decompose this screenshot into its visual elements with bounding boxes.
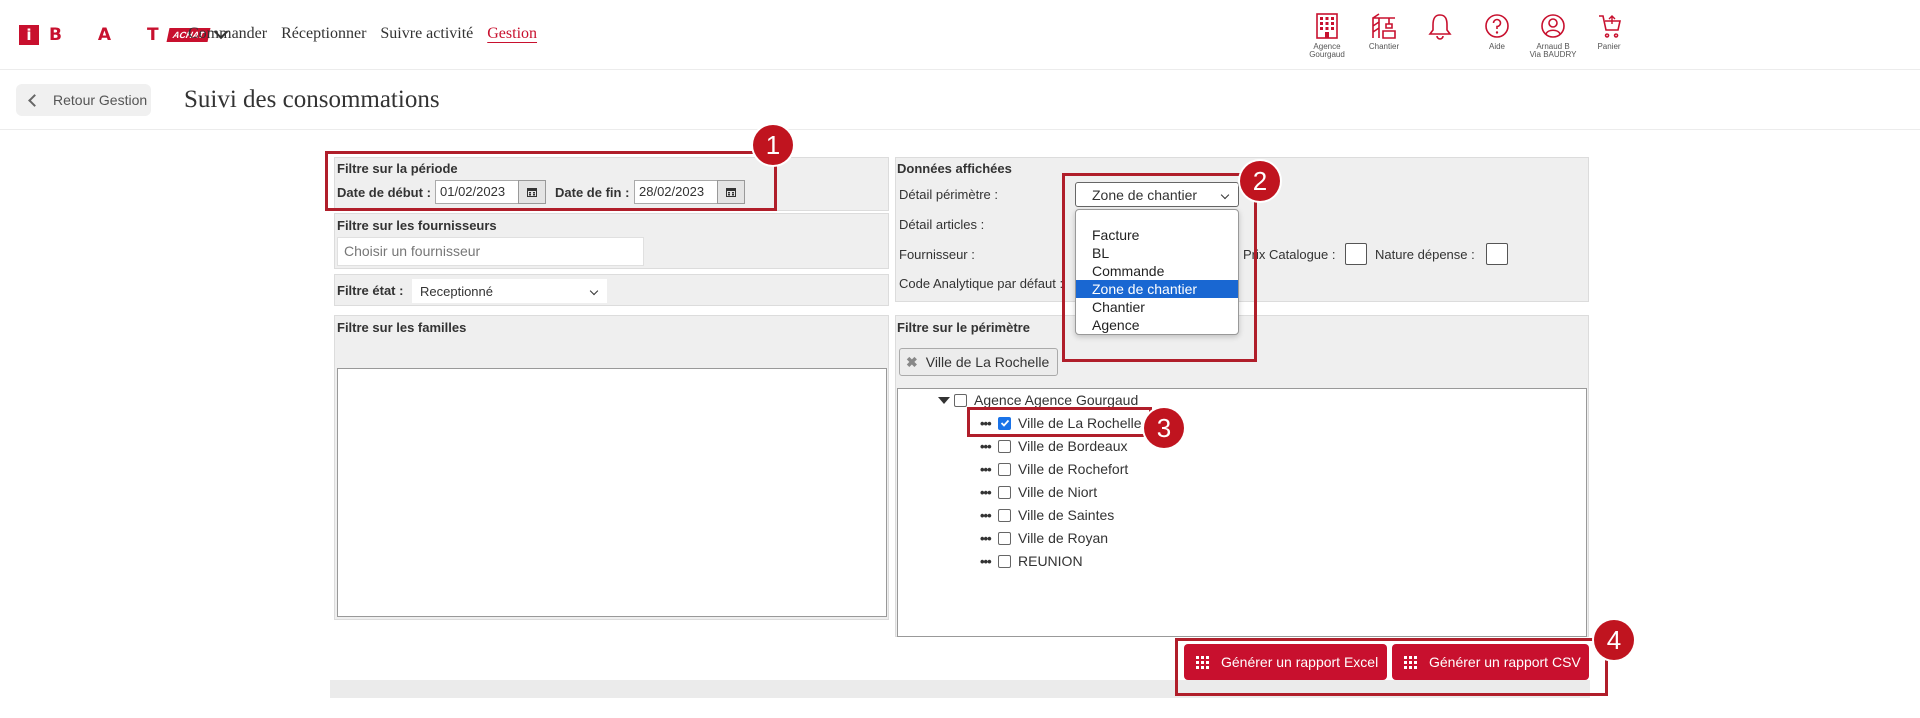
notifications-button[interactable] bbox=[1412, 12, 1468, 40]
perimetre-tag-label: Ville de La Rochelle bbox=[925, 354, 1050, 370]
account-label: Arnaud B Via BAUDRY bbox=[1529, 42, 1577, 59]
back-label: Retour Gestion bbox=[53, 92, 148, 108]
agence-label: Agence Gourgaud bbox=[1309, 42, 1345, 59]
logo-i-mark: i bbox=[19, 25, 39, 45]
tree-item-checkbox[interactable] bbox=[998, 531, 1011, 545]
tree-item[interactable]: ••• Ville de Rochefort bbox=[980, 459, 1128, 479]
account-button[interactable]: Arnaud B Via BAUDRY bbox=[1525, 12, 1581, 59]
chantier-icon bbox=[1372, 13, 1396, 39]
dots-icon: ••• bbox=[980, 530, 992, 546]
fournisseur-search-input[interactable]: Choisir un fournisseur bbox=[337, 237, 644, 266]
tree-item-checkbox[interactable] bbox=[998, 554, 1011, 568]
tree-item[interactable]: ••• Ville de Niort bbox=[980, 482, 1097, 502]
tree-item-label: Ville de Rochefort bbox=[1018, 461, 1129, 477]
tree-item-checkbox[interactable] bbox=[998, 508, 1011, 522]
callout-4: 4 bbox=[1594, 620, 1634, 660]
dots-icon: ••• bbox=[980, 553, 992, 569]
tree-item[interactable]: ••• Ville de Bordeaux bbox=[980, 436, 1127, 456]
help-label: Aide bbox=[1488, 42, 1505, 51]
dots-icon: ••• bbox=[980, 461, 992, 477]
nature-depense-label: Nature dépense : bbox=[1375, 247, 1475, 262]
tree-item-label: Ville de Royan bbox=[1018, 530, 1109, 546]
tree-item-label: Ville de Niort bbox=[1018, 484, 1098, 500]
highlight-box-4 bbox=[1175, 638, 1608, 696]
fournisseur-label: Fournisseur : bbox=[899, 247, 975, 262]
top-navbar: i B A T ACHAT Commander Réceptionner Sui… bbox=[0, 0, 1920, 70]
tree-item[interactable]: ••• Ville de Saintes bbox=[980, 505, 1114, 525]
cart-label: Panier bbox=[1597, 42, 1621, 51]
etat-select[interactable]: Receptionné bbox=[412, 279, 607, 303]
help-button[interactable]: Aide bbox=[1469, 12, 1525, 51]
perimetre-title: Filtre sur le périmètre bbox=[897, 320, 1030, 335]
remove-tag-icon[interactable]: ✖ bbox=[906, 354, 918, 371]
donnees-title: Données affichées bbox=[897, 161, 1012, 176]
cart-icon bbox=[1599, 15, 1621, 38]
back-button[interactable]: Retour Gestion bbox=[16, 84, 151, 116]
etat-select-value: Receptionné bbox=[420, 283, 493, 299]
chevron-down-icon bbox=[589, 286, 599, 296]
highlight-box-2 bbox=[1062, 173, 1257, 362]
tree-root-checkbox[interactable] bbox=[954, 393, 967, 407]
tree-item-label: Ville de Saintes bbox=[1018, 507, 1115, 523]
tree-item-label: Ville de Bordeaux bbox=[1018, 438, 1128, 454]
nav-item-suivre-activite[interactable]: Suivre activité bbox=[380, 25, 473, 43]
perimetre-detail-label: Détail périmètre : bbox=[899, 187, 998, 202]
tree-item[interactable]: ••• Ville de Royan bbox=[980, 528, 1108, 548]
agence-button[interactable]: Agence Gourgaud bbox=[1299, 12, 1355, 59]
chevron-left-icon bbox=[28, 93, 41, 107]
callout-1: 1 bbox=[753, 125, 793, 165]
articles-detail-label: Détail articles : bbox=[899, 217, 985, 232]
help-icon bbox=[1485, 14, 1509, 38]
chantier-label: Chantier bbox=[1368, 42, 1400, 51]
nature-depense-checkbox[interactable] bbox=[1486, 243, 1508, 265]
agence-icon bbox=[1316, 13, 1338, 39]
tree-item[interactable]: ••• REUNION bbox=[980, 551, 1083, 571]
tree-root-label: Agence Agence Gourgaud bbox=[974, 392, 1139, 408]
logo-letters: B A T bbox=[49, 25, 174, 45]
highlight-box-1 bbox=[325, 151, 777, 211]
page-title: Suivi des consommations bbox=[184, 86, 440, 113]
header-divider bbox=[0, 129, 1920, 130]
etat-label: Filtre état : bbox=[337, 283, 404, 298]
nav-item-receptionner[interactable]: Réceptionner bbox=[281, 25, 366, 43]
highlight-box-3 bbox=[967, 407, 1152, 437]
dots-icon: ••• bbox=[980, 484, 992, 500]
cart-button[interactable]: Panier bbox=[1581, 12, 1637, 51]
bell-icon bbox=[1428, 14, 1452, 40]
familles-list[interactable] bbox=[337, 368, 887, 617]
perimetre-tag[interactable]: ✖ Ville de La Rochelle bbox=[899, 348, 1059, 376]
prix-catalogue-checkbox[interactable] bbox=[1345, 243, 1367, 265]
callout-3: 3 bbox=[1144, 408, 1184, 448]
tree-item-label: REUNION bbox=[1018, 553, 1083, 569]
callout-2: 2 bbox=[1240, 161, 1280, 201]
main-nav: Commander Réceptionner Suivre activité G… bbox=[188, 25, 537, 43]
chantier-button[interactable]: Chantier bbox=[1356, 12, 1412, 51]
tree-item-checkbox[interactable] bbox=[998, 462, 1011, 476]
fournisseurs-title: Filtre sur les fournisseurs bbox=[337, 218, 497, 233]
dots-icon: ••• bbox=[980, 507, 992, 523]
familles-title: Filtre sur les familles bbox=[337, 320, 467, 335]
nav-item-gestion[interactable]: Gestion bbox=[487, 25, 537, 43]
nav-item-commander[interactable]: Commander bbox=[188, 25, 267, 43]
tree-item-checkbox[interactable] bbox=[998, 439, 1011, 453]
dots-icon: ••• bbox=[980, 438, 992, 454]
user-icon bbox=[1541, 14, 1565, 38]
caret-down-icon[interactable] bbox=[938, 396, 950, 404]
tree-item-checkbox[interactable] bbox=[998, 485, 1011, 499]
code-analytique-label: Code Analytique par défaut : bbox=[899, 276, 1064, 291]
